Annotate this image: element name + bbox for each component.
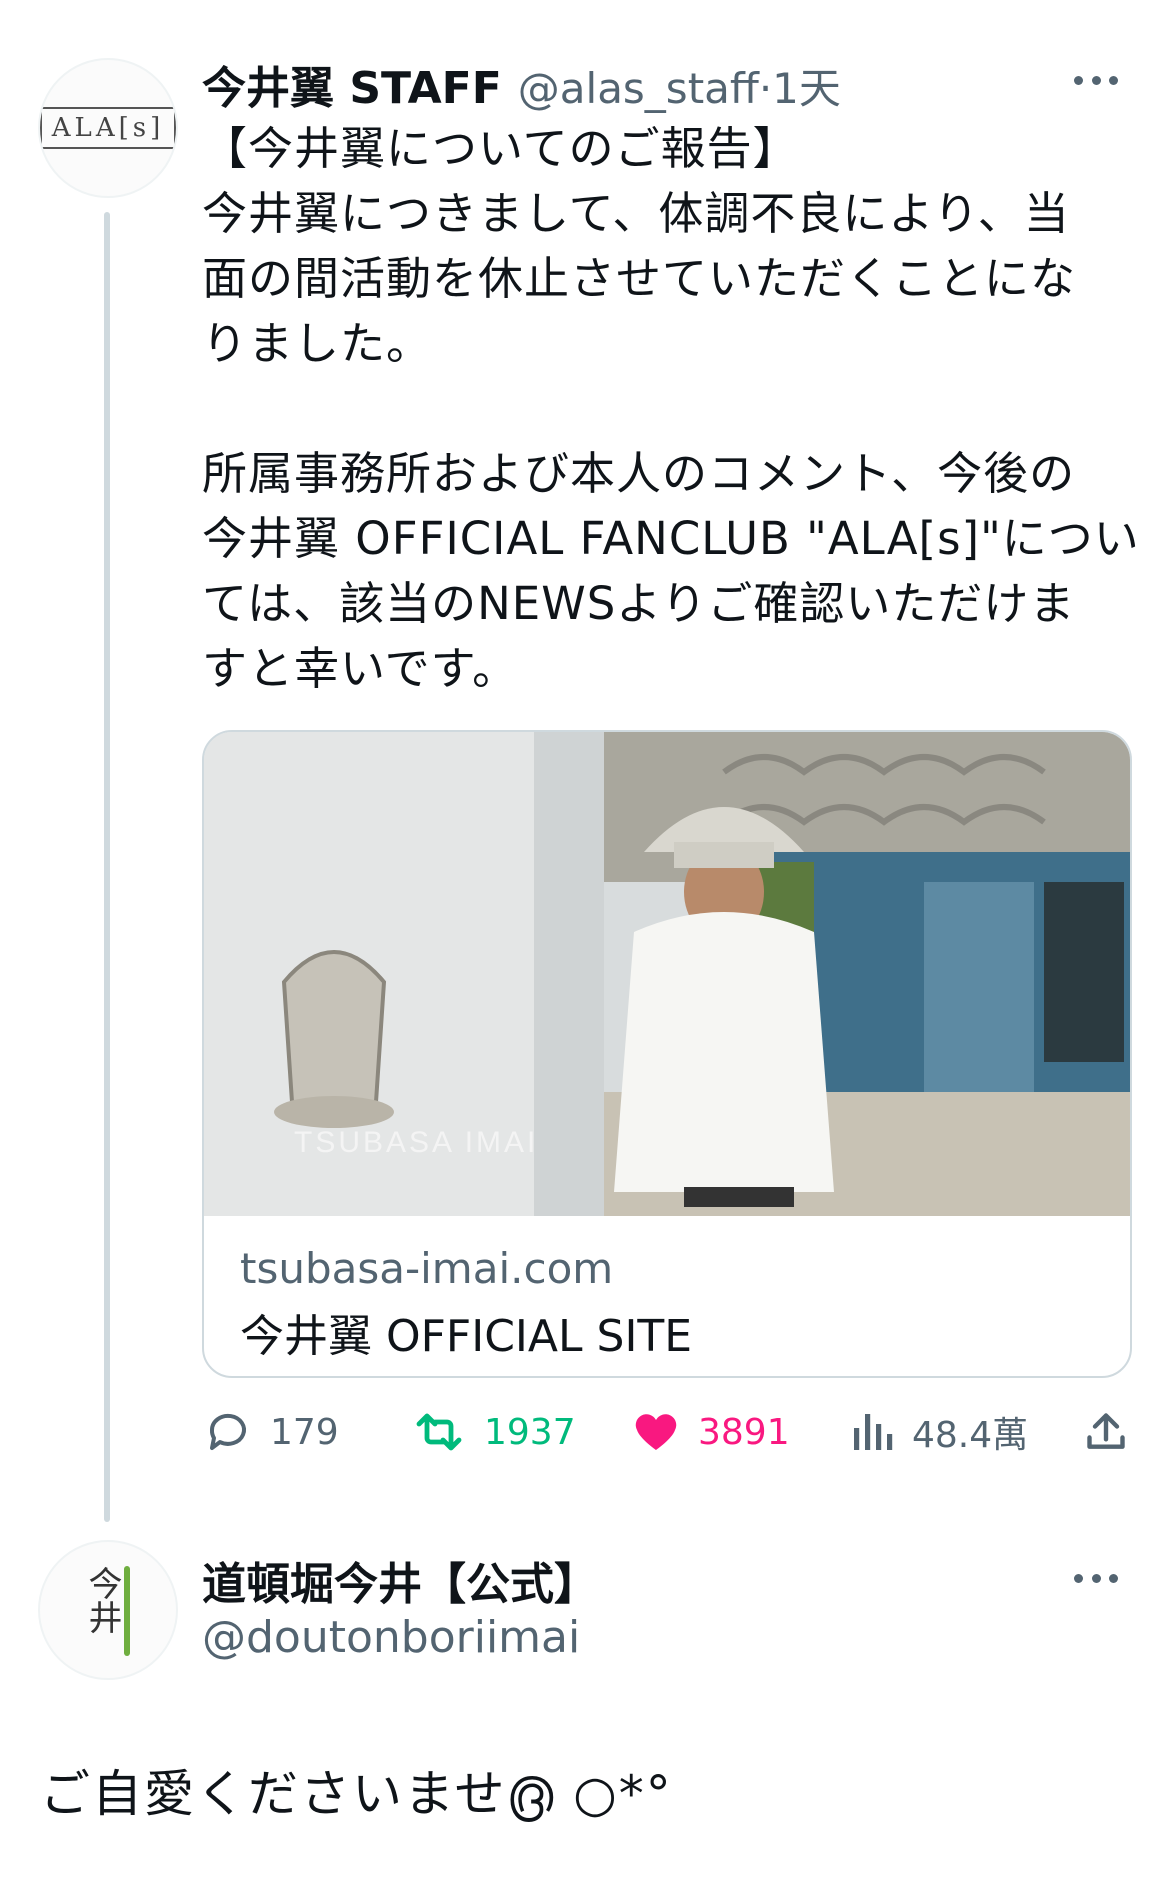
more-options-icon[interactable]	[1074, 74, 1118, 86]
retweet-icon	[416, 1413, 462, 1451]
heart-icon	[635, 1414, 677, 1450]
reply-author-handle[interactable]: @doutonboriimai	[202, 1612, 580, 1663]
card-title: 今井翼 OFFICIAL SITE	[240, 1311, 693, 1362]
card-domain: tsubasa-imai.com	[240, 1244, 614, 1293]
like-button[interactable]: 3891	[632, 1404, 790, 1460]
retweet-count: 1937	[484, 1411, 576, 1453]
card-watermark: TSUBASA IMAI	[294, 1126, 538, 1159]
link-card[interactable]: TSUBASA IMAI tsubasa-imai.com 今井翼 OFFICI…	[202, 730, 1132, 1378]
avatar-logo: ALA[s]	[40, 107, 176, 149]
author-avatar[interactable]: ALA[s]	[38, 58, 178, 198]
reply-text: ご自愛くださいませ൫ ○*°	[40, 1765, 673, 1823]
author-name[interactable]: 今井翼 STAFF	[202, 52, 502, 116]
reply-more-options-icon[interactable]	[1074, 1572, 1118, 1584]
reply-button[interactable]: 179	[204, 1404, 339, 1460]
share-icon	[1087, 1413, 1125, 1449]
views-count: 48.4萬	[912, 1415, 1029, 1456]
reply-author-avatar[interactable]: 今井	[38, 1540, 178, 1680]
reply-count: 179	[270, 1411, 339, 1453]
retweet-button[interactable]: 1937	[412, 1404, 576, 1460]
like-count: 3891	[698, 1411, 790, 1453]
card-image: TSUBASA IMAI	[204, 732, 1130, 1216]
author-handle-time[interactable]: @alas_staff·1天	[518, 55, 841, 116]
views-icon	[854, 1414, 893, 1450]
tweet-header: 今井翼 STAFF @alas_staff·1天	[202, 52, 841, 116]
tweet-text: 【今井翼についてのご報告】 今井翼につきまして、体調不良により、当 面の間活動を…	[202, 122, 1140, 695]
reply-author-name[interactable]: 道頓堀今井【公式】	[202, 1548, 598, 1612]
reply-icon	[209, 1413, 246, 1450]
reply-avatar-logo: 今井	[58, 1560, 158, 1660]
views-button[interactable]: 48.4萬	[850, 1404, 1028, 1460]
share-button[interactable]	[1084, 1404, 1146, 1460]
thread-line	[104, 212, 110, 1522]
